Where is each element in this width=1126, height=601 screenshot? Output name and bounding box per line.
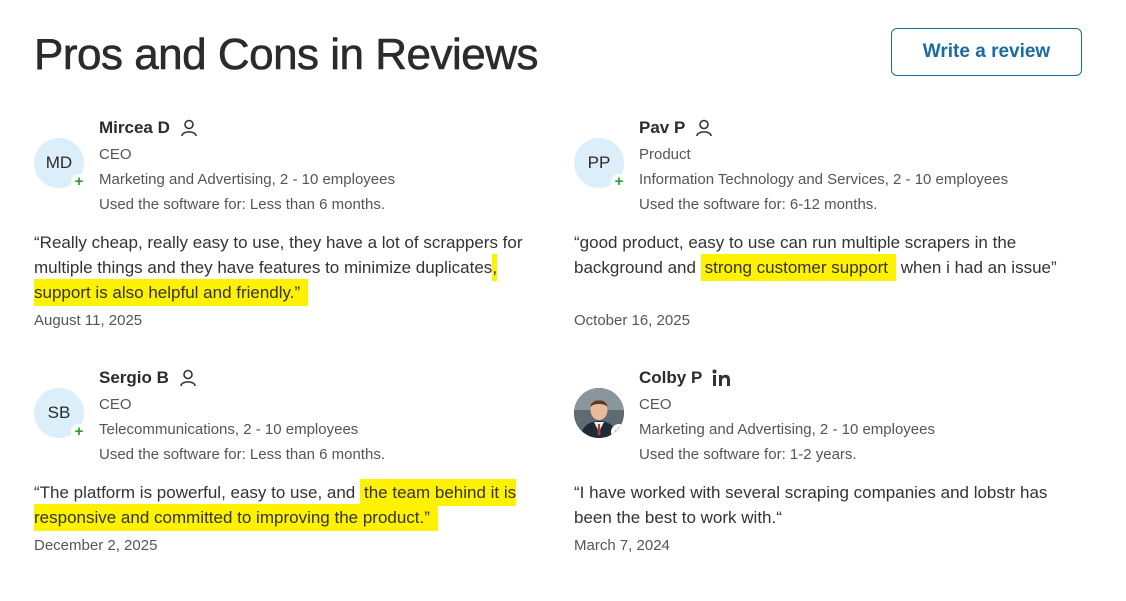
avatar-initials: SB: [47, 403, 71, 422]
page-title: Pros and Cons in Reviews: [34, 30, 539, 80]
review-card: MD + Mircea D CEO Marketing and Advertis…: [34, 118, 554, 329]
review-date: March 7, 2024: [574, 537, 670, 554]
reviewer-industry: Marketing and Advertising, 2 - 10 employ…: [99, 171, 395, 188]
quote-text-after: when i had an issue”: [900, 258, 1057, 277]
review-date: August 11, 2025: [34, 312, 143, 329]
review-card: + Colby P CEO Marketing and Advertising,…: [574, 368, 1094, 554]
software-usage: Used the software for: Less than 6 month…: [99, 446, 385, 463]
person-icon: [695, 119, 713, 137]
plus-icon: +: [71, 424, 87, 440]
software-usage: Used the software for: 6-12 months.: [639, 196, 878, 213]
plus-icon: +: [611, 424, 624, 438]
plus-icon: +: [71, 174, 87, 190]
avatar[interactable]: PP +: [574, 138, 627, 190]
write-review-button[interactable]: Write a review: [891, 28, 1082, 76]
review-card: PP + Pav P Product Information Technolog…: [574, 118, 1094, 329]
review-quote: “The platform is powerful, easy to use, …: [34, 479, 549, 531]
reviewer-role: CEO: [99, 146, 132, 163]
plus-icon: +: [611, 174, 627, 190]
reviewer-role: CEO: [639, 396, 672, 413]
avatar-initials: PP: [587, 153, 611, 172]
review-date: December 2, 2025: [34, 537, 158, 554]
reviewer-industry: Marketing and Advertising, 2 - 10 employ…: [639, 421, 935, 438]
avatar-initials: MD: [45, 153, 73, 172]
software-usage: Used the software for: Less than 6 month…: [99, 196, 385, 213]
review-quote: “I have worked with several scraping com…: [574, 480, 1064, 530]
avatar[interactable]: SB +: [34, 388, 87, 440]
person-icon: [180, 119, 198, 137]
software-usage: Used the software for: 1-2 years.: [639, 446, 857, 463]
reviewer-role: Product: [639, 146, 691, 163]
reviewer-name[interactable]: Colby P: [639, 368, 702, 388]
quote-text: “Really cheap, really easy to use, they …: [34, 233, 523, 277]
reviewer-role: CEO: [99, 396, 132, 413]
quote-text: “I have worked with several scraping com…: [574, 483, 1048, 527]
linkedin-icon[interactable]: [712, 369, 732, 387]
review-quote: “Really cheap, really easy to use, they …: [34, 230, 549, 306]
review-quote: “good product, easy to use can run multi…: [574, 230, 1074, 281]
review-card: SB + Sergio B CEO Telecommunications, 2 …: [34, 368, 554, 554]
avatar[interactable]: +: [574, 388, 624, 438]
reviewer-industry: Information Technology and Services, 2 -…: [639, 171, 1009, 188]
quote-highlight: strong customer support: [700, 254, 896, 281]
quote-text: “The platform is powerful, easy to use, …: [34, 483, 356, 502]
person-icon: [179, 369, 197, 387]
review-date: October 16, 2025: [574, 312, 690, 329]
avatar[interactable]: MD +: [34, 138, 87, 190]
reviewer-industry: Telecommunications, 2 - 10 employees: [99, 421, 359, 438]
reviewer-name[interactable]: Mircea D: [99, 118, 170, 138]
reviewer-name[interactable]: Sergio B: [99, 368, 169, 388]
reviewer-name[interactable]: Pav P: [639, 118, 685, 138]
